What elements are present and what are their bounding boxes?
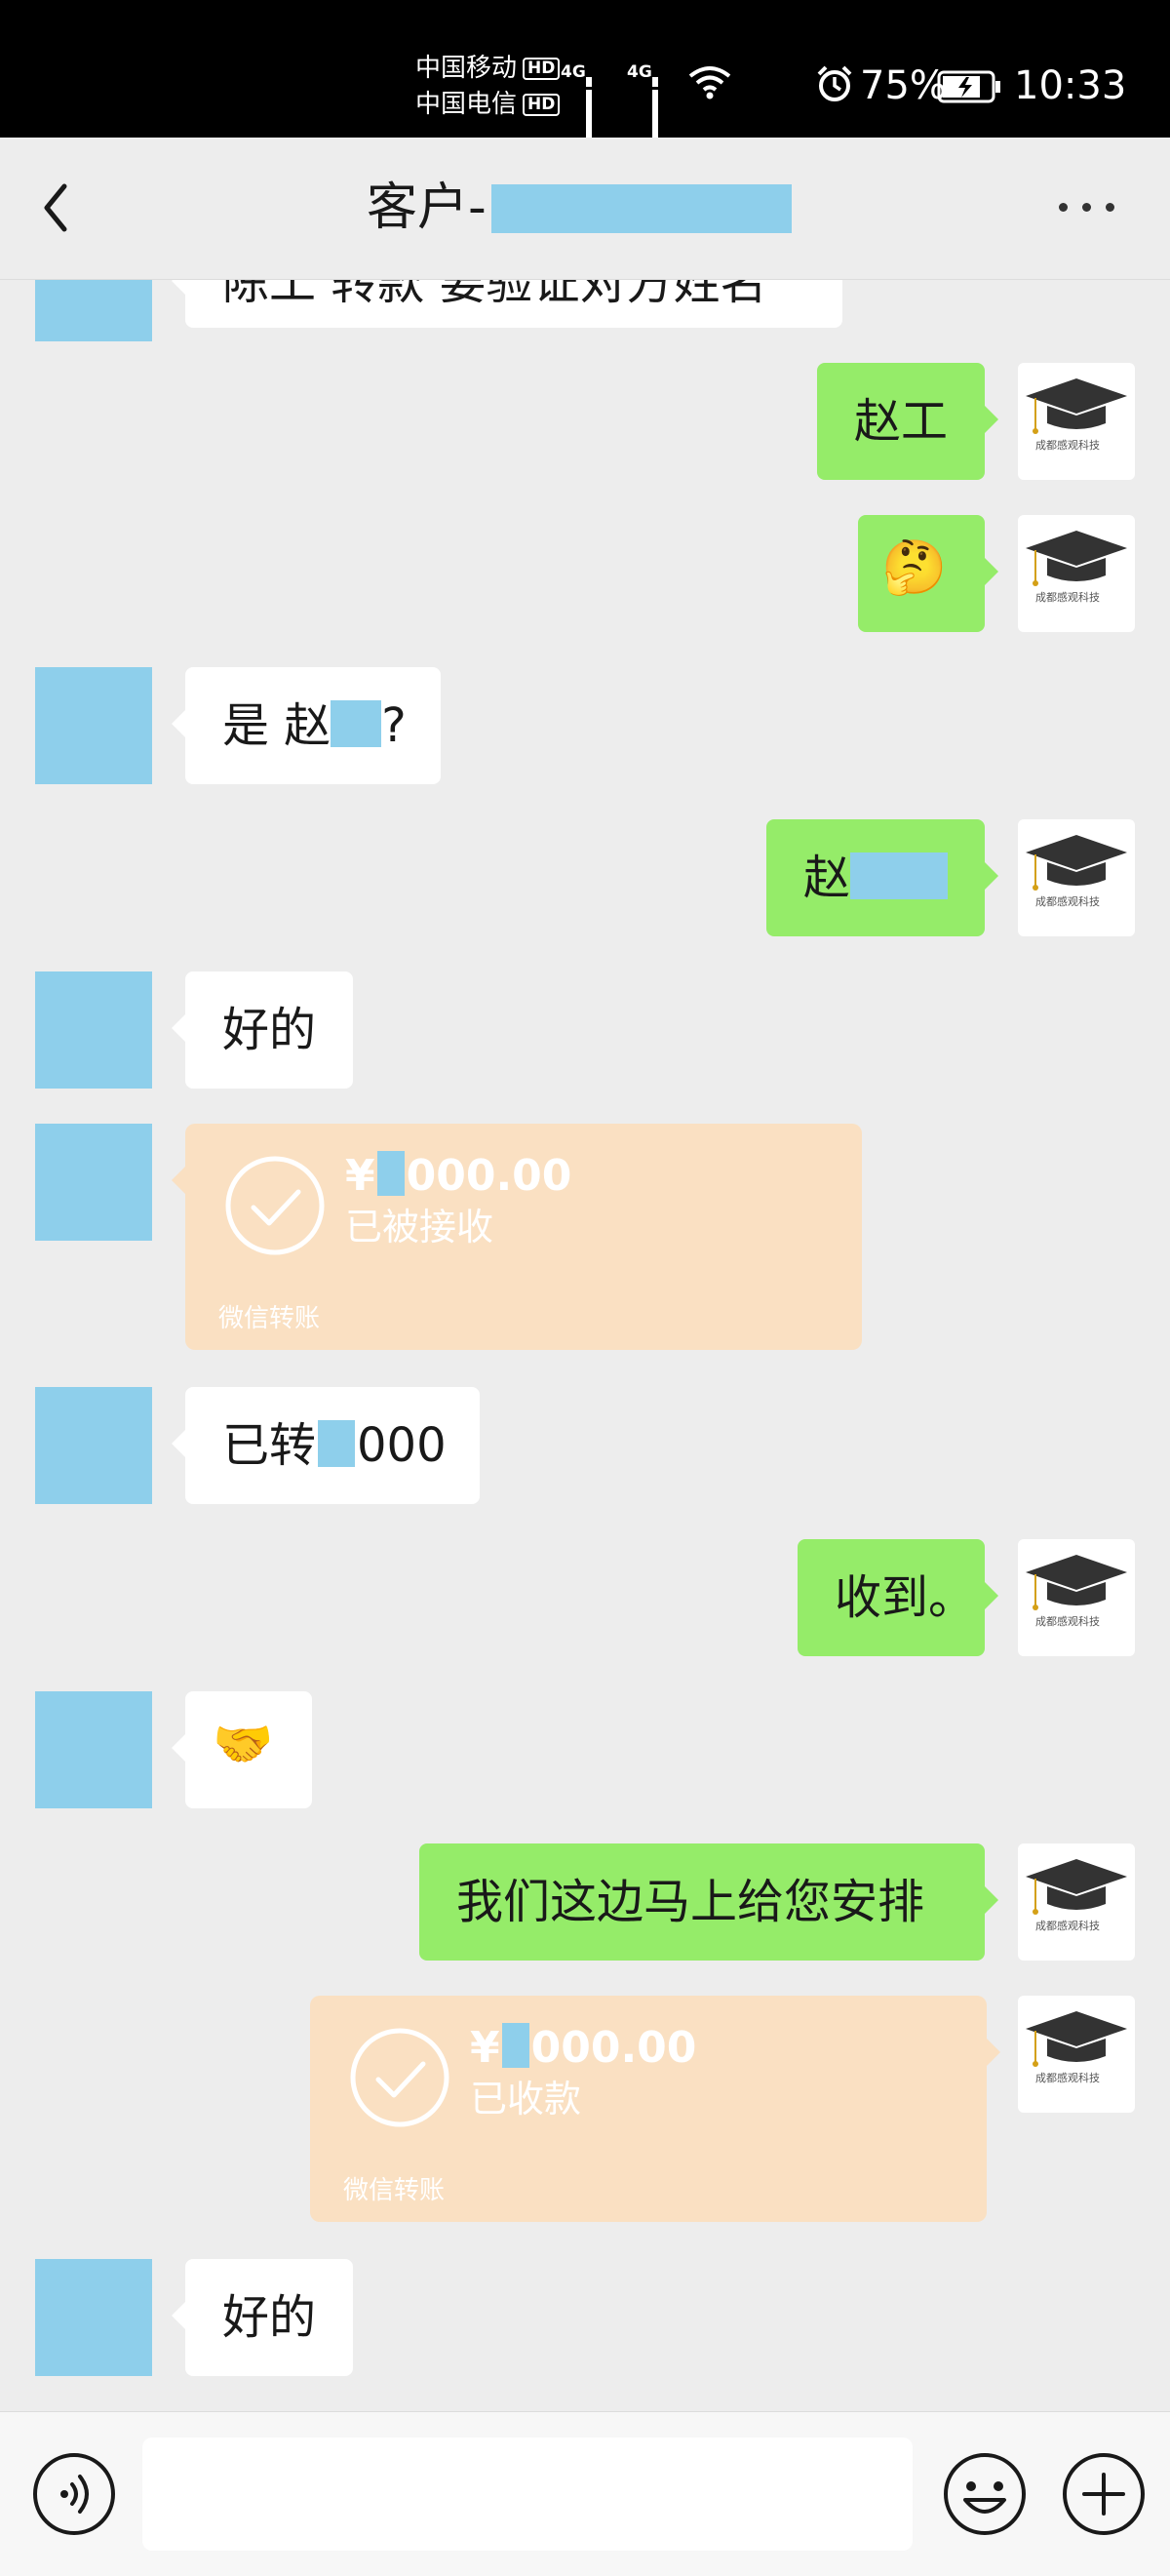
contact-avatar[interactable] <box>35 1691 152 1808</box>
network-type-label: 4G <box>561 62 586 82</box>
message-bubble[interactable]: 好的 <box>172 2259 353 2376</box>
my-message-bubble[interactable]: 🤔 <box>858 515 998 632</box>
handshake-emoji-icon: 🤝 <box>213 1716 274 1772</box>
message-bubble[interactable]: 陈工 转款 要验证对方姓名 <box>172 279 842 328</box>
graduation-cap-icon <box>1026 835 1127 891</box>
contact-avatar[interactable] <box>35 667 152 784</box>
clock: 10:33 <box>1014 63 1127 108</box>
carrier-2-label: 中国电信 <box>415 90 518 119</box>
message-text: 000 <box>357 1418 447 1473</box>
wifi-icon <box>688 66 731 99</box>
thinking-emoji-icon: 🤔 <box>881 536 948 598</box>
alarm-icon <box>817 65 852 101</box>
avatar-caption: 成都感观科技 <box>1035 439 1100 452</box>
my-message-bubble[interactable]: 我们这边马上给您安排 <box>419 1843 998 1961</box>
voice-icon[interactable] <box>31 2451 117 2537</box>
graduation-cap-icon <box>1026 1859 1127 1915</box>
redaction-mask <box>376 1151 405 1196</box>
currency-symbol: ¥ <box>345 1151 375 1201</box>
message-text: 是 赵 <box>222 698 332 753</box>
carrier-1: 中国移动 HD <box>415 54 561 83</box>
avatar-caption: 成都感观科技 <box>1035 895 1100 908</box>
redaction-mask <box>501 2023 529 2068</box>
redaction-mask <box>850 852 949 899</box>
plus-icon[interactable] <box>1061 2451 1147 2537</box>
contact-avatar[interactable] <box>35 971 152 1089</box>
message-text: ? <box>381 698 407 753</box>
avatar-caption: 成都感观科技 <box>1035 2072 1100 2084</box>
my-avatar[interactable]: 成都感观科技 <box>1018 819 1135 936</box>
message-text: 赵工 <box>854 394 949 449</box>
my-avatar[interactable]: 成都感观科技 <box>1018 1843 1135 1961</box>
contact-avatar[interactable] <box>35 1124 152 1241</box>
currency-symbol: ¥ <box>470 2023 500 2073</box>
my-message-bubble[interactable]: 赵工 <box>817 363 998 480</box>
status-bar: 中国移动 HD 中国电信 HD 4G 4G 75% 10:33 <box>0 0 1170 156</box>
message-bubble[interactable]: 已转 000 <box>172 1387 480 1504</box>
message-text: 陈工 转款 要验证对方姓名 <box>222 279 767 310</box>
message-text: 赵 <box>803 851 851 905</box>
amount-value: 000.00 <box>406 1151 572 1201</box>
my-avatar[interactable]: 成都感观科技 <box>1018 515 1135 632</box>
avatar-caption: 成都感观科技 <box>1035 591 1100 604</box>
message-input[interactable] <box>142 2437 913 2551</box>
transfer-label: 微信转账 <box>343 2176 446 2205</box>
avatar-caption: 成都感观科技 <box>1035 1615 1100 1628</box>
contact-avatar[interactable] <box>35 279 152 341</box>
more-icon[interactable] <box>1059 198 1115 218</box>
graduation-cap-icon <box>1026 531 1127 586</box>
redaction-mask <box>491 184 792 233</box>
redaction-mask <box>318 1420 356 1467</box>
input-bar <box>0 2411 1170 2576</box>
carrier-2: 中国电信 HD <box>415 90 561 119</box>
message-text: 好的 <box>222 2290 317 2345</box>
my-avatar[interactable]: 成都感观科技 <box>1018 1539 1135 1656</box>
my-message-bubble[interactable]: 赵 <box>766 819 998 936</box>
network-type-label: 4G <box>627 62 652 82</box>
back-arrow-icon[interactable] <box>35 178 84 237</box>
carrier-1-label: 中国移动 <box>415 54 518 83</box>
emoji-icon[interactable] <box>942 2451 1028 2537</box>
message-bubble[interactable]: 好的 <box>172 971 353 1089</box>
my-avatar[interactable]: 成都感观科技 <box>1018 1996 1135 2113</box>
amount-value: 000.00 <box>530 2023 697 2073</box>
transfer-label: 微信转账 <box>218 1304 321 1333</box>
hd-badge: HD <box>523 93 561 116</box>
contact-avatar[interactable] <box>35 1387 152 1504</box>
graduation-cap-icon <box>1026 1555 1127 1610</box>
check-circle-icon <box>225 1156 325 1255</box>
chat-title: 客户- <box>367 178 487 237</box>
battery-percentage: 75% <box>860 63 947 108</box>
transfer-amount: ¥000.00 <box>345 1151 571 1202</box>
message-list[interactable]: 陈工 转款 要验证对方姓名 赵工 成都感观科技 🤔 成都感观科技 是 赵? 赵 … <box>0 279 1170 2411</box>
avatar-caption: 成都感观科技 <box>1035 1920 1100 1932</box>
transfer-card[interactable]: ¥000.00 已收款 微信转账 <box>310 1996 1000 2222</box>
message-text: 收到。 <box>835 1570 976 1625</box>
message-bubble[interactable]: 🤝 <box>172 1691 312 1808</box>
message-text: 我们这边马上给您安排 <box>456 1875 925 1929</box>
chat-header: 客户- <box>0 138 1170 280</box>
message-bubble[interactable]: 是 赵? <box>172 667 441 784</box>
transfer-status: 已收款 <box>470 2078 582 2120</box>
my-avatar[interactable]: 成都感观科技 <box>1018 363 1135 480</box>
redaction-mask <box>331 700 382 747</box>
transfer-card[interactable]: ¥000.00 已被接收 微信转账 <box>172 1124 862 1350</box>
graduation-cap-icon <box>1026 378 1127 434</box>
my-message-bubble[interactable]: 收到。 <box>798 1539 998 1656</box>
transfer-amount: ¥000.00 <box>470 2023 696 2074</box>
contact-avatar[interactable] <box>35 2259 152 2376</box>
message-text: 已转 <box>222 1418 317 1473</box>
battery-charging-icon <box>937 70 1000 103</box>
hd-badge: HD <box>523 57 561 80</box>
transfer-status: 已被接收 <box>345 1206 494 1248</box>
message-text: 好的 <box>222 1003 317 1057</box>
check-circle-icon <box>350 2028 449 2127</box>
graduation-cap-icon <box>1026 2011 1127 2067</box>
